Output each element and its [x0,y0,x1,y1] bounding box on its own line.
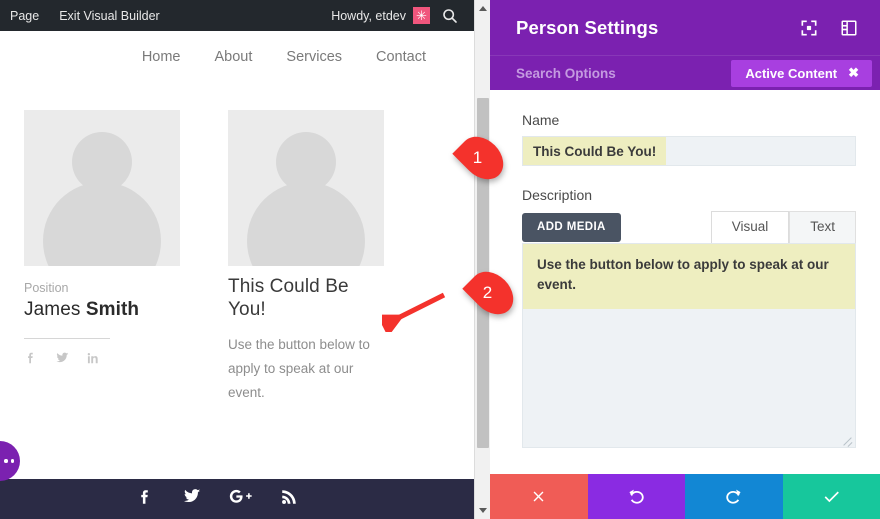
description-toolbar: ADD MEDIA Visual Text [522,211,856,243]
settings-action-bar [490,474,880,519]
nav-item-home[interactable]: Home [142,49,181,65]
person-module-1[interactable]: Position James Smith [24,110,180,404]
admin-bar-right: Howdy, etdev ✳ [331,6,474,26]
site-footer [0,479,474,519]
person-module-2[interactable]: This Could Be You! Use the button below … [228,110,384,404]
admin-bar-page-item[interactable]: Page [0,9,49,23]
description-field-label: Description [522,187,593,203]
name-input[interactable]: This Could Be You! [522,136,856,166]
settings-header-actions [800,19,858,37]
preview-scrollbar[interactable] [474,0,491,519]
add-media-button[interactable]: ADD MEDIA [522,212,621,242]
person-social-links [24,351,180,370]
undo-button[interactable] [587,474,685,519]
scroll-down-arrow-icon[interactable] [475,502,491,519]
tab-visual[interactable]: Visual [710,211,790,243]
person-position: Position [24,281,69,295]
callout-badge-1: 1 [452,128,512,188]
person-avatar-placeholder [24,110,180,266]
description-textarea-value: Use the button below to apply to speak a… [523,244,855,309]
facebook-icon[interactable] [24,351,38,370]
avatar[interactable]: ✳ [413,7,430,24]
avatar-body-shape [247,182,365,266]
person-title: This Could Be You! [228,276,349,321]
search-input[interactable] [516,65,732,81]
person-description: Use the button below to apply to speak a… [228,337,370,400]
resize-handle-icon[interactable] [841,433,853,445]
focus-mode-icon[interactable] [800,19,818,37]
active-content-label: Active Content [745,65,838,81]
admin-bar-left: Page Exit Visual Builder [0,9,170,23]
facebook-icon[interactable] [136,488,154,511]
description-textarea[interactable]: Use the button below to apply to speak a… [522,243,856,448]
save-button[interactable] [782,474,880,519]
person-last-name: Smith [85,299,140,321]
rss-icon[interactable] [280,488,298,511]
person-settings-modal: Person Settings Search Options Active Co… [490,0,880,519]
visual-builder-menu-fab[interactable] [0,441,20,481]
settings-search-bar: Active Content ✖ [490,55,880,90]
person-name: James Smith [24,298,180,322]
ellipsis-icon [0,459,14,463]
red-arrow-annotation [382,292,446,332]
howdy-greeting[interactable]: Howdy, etdev [331,9,413,23]
site-navigation: Home About Services Contact [0,31,474,83]
nav-item-services[interactable]: Services [286,49,342,65]
close-icon[interactable]: ✖ [848,65,859,81]
twitter-icon[interactable] [182,487,201,511]
twitter-icon[interactable] [55,351,69,370]
name-field-label: Name [522,112,560,128]
settings-body: Name This Could Be You! Description ADD … [490,90,880,471]
visual-builder-screen: Page Exit Visual Builder Howdy, etdev ✳ … [0,0,880,519]
tab-text[interactable]: Text [789,211,856,243]
cancel-button[interactable] [490,474,588,519]
nav-item-about[interactable]: About [215,49,253,65]
page-title: Person Settings [516,16,659,38]
redo-button[interactable] [685,474,783,519]
googleplus-icon[interactable] [229,487,252,511]
avatar-body-shape [43,182,161,266]
name-input-value: This Could Be You! [523,137,667,165]
callout-number: 2 [482,283,493,302]
person-divider [24,338,110,339]
scroll-up-arrow-icon[interactable] [475,0,491,17]
nav-item-contact[interactable]: Contact [376,49,426,65]
settings-header: Person Settings [490,0,880,55]
search-icon[interactable] [440,6,460,26]
active-content-filter-button[interactable]: Active Content ✖ [731,59,872,87]
person-first-name: James [24,299,86,321]
callout-badge-2: 2 [462,263,522,323]
person-avatar-placeholder [228,110,384,266]
panel-layout-icon[interactable] [840,19,858,37]
editor-mode-tabs: Visual Text [710,211,856,243]
exit-visual-builder-button[interactable]: Exit Visual Builder [49,9,170,23]
linkedin-icon[interactable] [86,351,100,370]
wp-admin-bar: Page Exit Visual Builder Howdy, etdev ✳ [0,0,474,31]
person-modules-row: Position James Smith This Could Be You! … [0,110,474,404]
site-preview-pane: Page Exit Visual Builder Howdy, etdev ✳ … [0,0,474,519]
callout-number: 1 [472,148,483,167]
